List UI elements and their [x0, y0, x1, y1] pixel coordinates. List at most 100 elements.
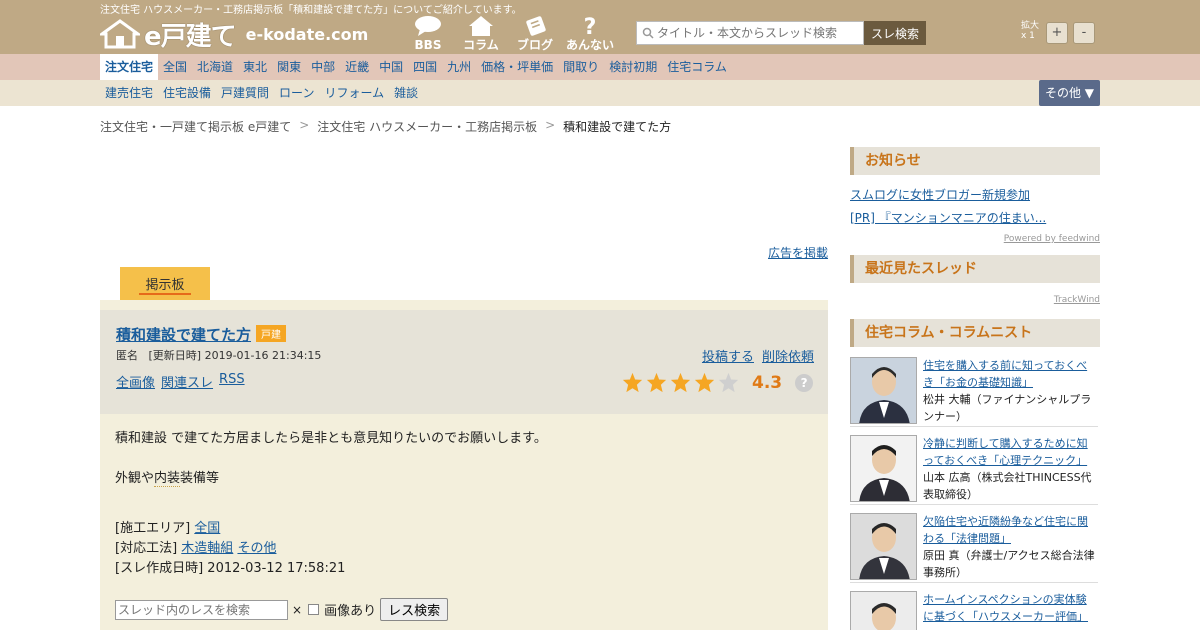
subnav-item-3[interactable]: ローン	[274, 80, 319, 106]
column-item: ホームインスペクションの実体験に基づく「ハウスメーカー評価」	[850, 591, 1098, 630]
subnav-item-2[interactable]: 戸建質問	[216, 80, 274, 106]
feedwind-link[interactable]: Powered by feedwind	[1004, 234, 1100, 244]
reply-search: × 画像あり レス検索	[115, 598, 449, 621]
breadcrumb-item-home[interactable]: 注文住宅・一戸建て掲示板 e戸建て	[100, 118, 291, 135]
nav-bbs[interactable]: BBS	[402, 14, 454, 52]
nav-item-1[interactable]: 全国	[158, 54, 192, 80]
secondary-nav: 建売住宅 住宅設備 戸建質問 ローン リフォーム 雑談	[0, 80, 1200, 106]
house-icon	[469, 16, 493, 36]
area-link[interactable]: 全国	[194, 521, 220, 536]
keyword-link[interactable]: 内装	[154, 471, 181, 487]
nav-item-3[interactable]: 東北	[238, 54, 272, 80]
thread-links: 全画像 関連スレ RSS	[116, 372, 245, 391]
thread-body: 積和建設 で建てた方居ましたら是非とも意見知りたいのでお願いします。 外観や内装…	[100, 414, 828, 630]
thread-title[interactable]: 積和建設で建てた方	[116, 324, 251, 345]
method-link-other[interactable]: その他	[237, 541, 276, 556]
thread-author: 匿名	[116, 349, 138, 362]
help-icon[interactable]: ?	[795, 373, 814, 392]
columnist-photo[interactable]	[850, 357, 917, 424]
house-logo-icon	[100, 19, 140, 49]
related-threads-link[interactable]: 関連スレ	[161, 372, 213, 391]
primary-nav: 注文住宅 全国 北海道 東北 関東 中部 近畿 中国 四国 九州 価格・坪単価 間取り 検討初期 住宅コラ…	[0, 54, 1200, 80]
zoom-in-button[interactable]: +	[1046, 22, 1068, 44]
nav-item-12[interactable]: 検討初期	[604, 54, 662, 80]
thread-rating: 4.3 ?	[622, 372, 814, 393]
thread-actions: 投稿する 削除依頼	[702, 346, 814, 365]
news-item[interactable]: [PR] 『マンションマニアの住まい...	[850, 209, 1046, 226]
nav-column[interactable]: コラム	[455, 14, 507, 52]
column-item: 欠陥住宅や近隣紛争など住宅に関わる「法律問題」 原田 真（弁護士/アクセス総合法…	[850, 513, 1098, 583]
zoom-label: 拡大 x 1	[1021, 21, 1040, 41]
nav-item-0[interactable]: 注文住宅	[100, 54, 159, 80]
advertise-link[interactable]: 広告を掲載	[768, 244, 828, 261]
news-item[interactable]: スムログに女性ブロガー新規参加	[850, 186, 1030, 203]
columnist-photo[interactable]	[850, 513, 917, 580]
rss-link[interactable]: RSS	[219, 372, 245, 391]
tab-board-label: 掲示板	[139, 274, 191, 295]
thread-header: 積和建設で建てた方 戸建 匿名 [更新日時] 2019-01-16 21:34:…	[100, 310, 828, 414]
zoom-out-button[interactable]: -	[1073, 22, 1095, 44]
trackwind-link[interactable]: TrackWind	[1054, 295, 1100, 305]
search-button[interactable]: スレ検索	[864, 21, 926, 45]
nav-blog[interactable]: ブログ	[509, 14, 561, 52]
breadcrumb-item-board[interactable]: 注文住宅 ハウスメーカー・工務店掲示板	[317, 118, 537, 135]
subnav-item-0[interactable]: 建売住宅	[100, 80, 158, 106]
reply-search-input[interactable]	[115, 599, 288, 620]
board-strip	[100, 300, 828, 310]
nav-item-10[interactable]: 価格・坪単価	[476, 54, 558, 80]
person-icon	[851, 358, 916, 423]
nav-item-7[interactable]: 中国	[374, 54, 408, 80]
columnist-name: 山本 広高（株式会社THINCESS代表取締役）	[923, 471, 1092, 501]
search-input[interactable]	[657, 26, 857, 40]
nav-item-11[interactable]: 間取り	[558, 54, 604, 80]
column-title-link[interactable]: 冷静に判断して購入するために知っておくべき「心理テクニック」	[923, 437, 1088, 467]
nav-item-13[interactable]: 住宅コラム	[662, 54, 732, 80]
secondary-nav-items: 建売住宅 住宅設備 戸建質問 ローン リフォーム 雑談	[100, 80, 423, 106]
subnav-item-1[interactable]: 住宅設備	[158, 80, 216, 106]
clear-icon[interactable]: ×	[292, 603, 302, 617]
nav-item-5[interactable]: 中部	[306, 54, 340, 80]
column-title-link[interactable]: ホームインスペクションの実体験に基づく「ハウスメーカー評価」	[923, 593, 1088, 623]
breadcrumb-item-current: 積和建設で建てた方	[563, 120, 672, 134]
search-field[interactable]	[636, 21, 864, 45]
nav-item-4[interactable]: 関東	[272, 54, 306, 80]
post-link[interactable]: 投稿する	[702, 346, 754, 365]
columnist-name: 松井 大輔（ファイナンシャルプランナー）	[923, 393, 1092, 423]
star-filled-icon	[670, 372, 691, 393]
subnav-item-5[interactable]: 雑談	[389, 80, 423, 106]
all-images-link[interactable]: 全画像	[116, 372, 155, 391]
delete-request-link[interactable]: 削除依頼	[762, 346, 814, 365]
site-header: 注文住宅 ハウスメーカー・工務店掲示板「積和建設で建てた方」についてご紹介してい…	[0, 0, 1200, 54]
nav-item-2[interactable]: 北海道	[192, 54, 238, 80]
svg-text:?: ?	[584, 15, 597, 38]
column-title-link[interactable]: 欠陥住宅や近隣紛争など住宅に関わる「法律問題」	[923, 515, 1088, 545]
star-filled-icon	[646, 372, 667, 393]
columnist-photo[interactable]	[850, 591, 917, 630]
star-empty-icon	[718, 372, 739, 393]
star-filled-icon	[622, 372, 643, 393]
columnist-photo[interactable]	[850, 435, 917, 502]
thread-updated: [更新日時] 2019-01-16 21:34:15	[148, 349, 322, 362]
created-row: [スレ作成日時] 2012-03-12 17:58:21	[115, 561, 346, 576]
nav-item-8[interactable]: 四国	[408, 54, 442, 80]
image-only-checkbox[interactable]	[308, 604, 320, 615]
nav-item-6[interactable]: 近畿	[340, 54, 374, 80]
rating-stars	[622, 372, 742, 393]
reply-search-button[interactable]: レス検索	[380, 598, 449, 621]
method-link-wood[interactable]: 木造軸組	[181, 541, 233, 556]
search-icon	[642, 27, 654, 39]
tab-board[interactable]: 掲示板	[120, 267, 210, 300]
nav-guide[interactable]: ? あんない	[564, 14, 616, 52]
method-row: [対応工法] 木造軸組 その他	[115, 541, 277, 556]
subnav-item-4[interactable]: リフォーム	[319, 80, 389, 106]
logo-domain: e-kodate.com	[245, 24, 369, 44]
breadcrumb-separator: >	[299, 118, 310, 132]
body-text-2: 外観や内装装備等	[115, 471, 220, 487]
breadcrumb-separator: >	[545, 118, 556, 132]
area-row: [施工エリア] 全国	[115, 521, 221, 536]
nav-item-9[interactable]: 九州	[442, 54, 476, 80]
site-logo[interactable]: e戸建て e-kodate.com	[100, 18, 369, 52]
more-menu-button[interactable]: その他 ▼	[1039, 80, 1100, 106]
column-title-link[interactable]: 住宅を購入する前に知っておくべき「お金の基礎知識」	[923, 359, 1087, 389]
chat-bubble-icon	[415, 16, 441, 36]
